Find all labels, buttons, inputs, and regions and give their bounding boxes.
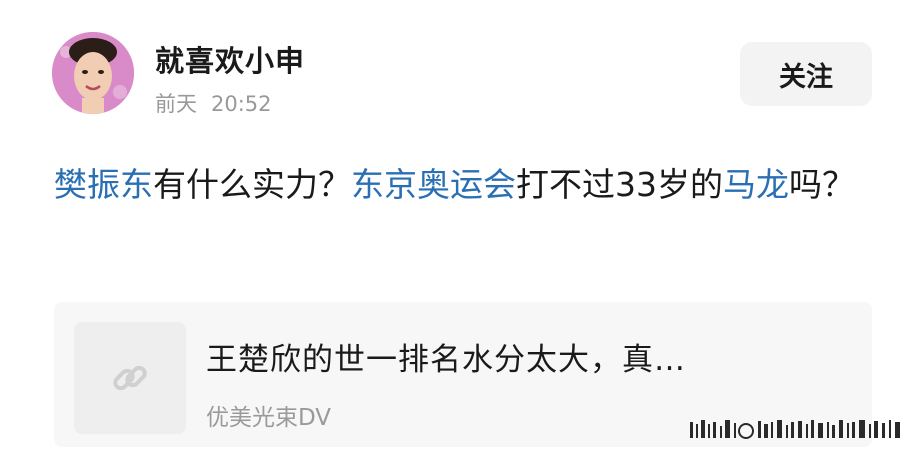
- topic-link-ma-long[interactable]: 马龙: [723, 165, 789, 204]
- watermark-barcode-icon: [690, 420, 900, 439]
- topic-link-fan-zhendong[interactable]: 樊振东: [54, 165, 153, 204]
- post-text-segment: 打不过33岁的: [516, 165, 723, 204]
- post-timestamp: 前天 20:52: [155, 88, 272, 118]
- post-text-segment: 有什么实力？: [153, 165, 351, 204]
- topic-link-tokyo-olympics[interactable]: 东京奥运会: [351, 165, 516, 204]
- user-avatar[interactable]: [52, 32, 134, 114]
- username[interactable]: 就喜欢小申: [155, 38, 305, 80]
- timestamp-clock: 20:52: [211, 92, 272, 116]
- post-header: 就喜欢小申 前天 20:52 关注: [0, 0, 924, 140]
- link-thumbnail: [74, 322, 186, 434]
- avatar-image: [52, 32, 134, 114]
- timestamp-day: 前天: [155, 92, 197, 116]
- link-icon: [113, 365, 147, 391]
- link-title: 王楚欣的世一排名水分太大，真…: [206, 342, 686, 378]
- follow-button[interactable]: 关注: [740, 42, 872, 106]
- post-text-segment: 吗？: [789, 165, 855, 204]
- post-text: 樊振东有什么实力？东京奥运会打不过33岁的马龙吗？: [54, 157, 874, 213]
- link-source: 优美光束DV: [206, 405, 332, 431]
